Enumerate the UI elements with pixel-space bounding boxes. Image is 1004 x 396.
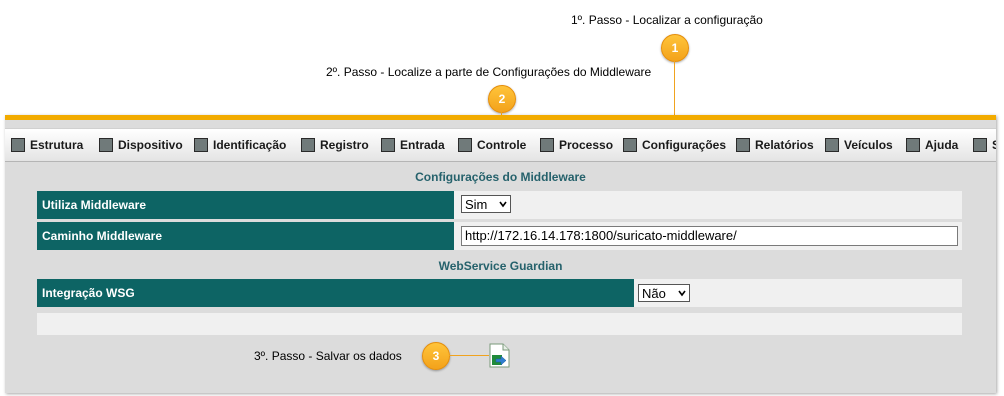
integracao-wsg-value: Não: [642, 286, 666, 301]
menu-item-veiculos[interactable]: Veículos: [825, 136, 893, 154]
step2-annotation: 2º. Passo - Localize a parte de Configur…: [326, 65, 651, 79]
register-icon: [301, 138, 315, 152]
utiliza-middleware-row: Utiliza Middleware Sim: [37, 191, 962, 219]
menu-item-label: Estrutura: [30, 138, 83, 152]
utiliza-middleware-select[interactable]: Sim: [461, 195, 511, 213]
structure-icon: [11, 138, 25, 152]
menu-item-dispositivo[interactable]: Dispositivo: [99, 136, 183, 154]
menu-item-label: Controle: [477, 138, 526, 152]
menu-item-label: Veículos: [844, 138, 893, 152]
more-icon: [973, 138, 987, 152]
integracao-wsg-row: Integração WSG Não: [37, 279, 962, 307]
menu-item-estrutura[interactable]: Estrutura: [11, 136, 83, 154]
step2-badge: 2: [488, 85, 516, 113]
menu-item-label: Configurações: [642, 138, 726, 152]
menu-item-label: S: [992, 138, 996, 152]
chevron-down-icon: [678, 289, 686, 297]
menu-item-processo[interactable]: Processo: [540, 136, 613, 154]
help-icon: [906, 138, 920, 152]
entry-icon: [381, 138, 395, 152]
menu-item-registro[interactable]: Registro: [301, 136, 369, 154]
integracao-wsg-label: Integração WSG: [37, 279, 634, 307]
utiliza-middleware-label: Utiliza Middleware: [37, 191, 454, 219]
step3-badge: 3: [422, 342, 450, 370]
middleware-section-title: Configurações do Middleware: [5, 170, 996, 184]
menu-item-label: Dispositivo: [118, 138, 183, 152]
caminho-middleware-label: Caminho Middleware: [37, 222, 454, 250]
step3-annotation: 3º. Passo - Salvar os dados: [254, 349, 402, 363]
caminho-middleware-input[interactable]: http://172.16.14.178:1800/suricato-middl…: [461, 226, 958, 246]
menu-item-identificacao[interactable]: Identificação: [194, 136, 286, 154]
menu-item-ajuda[interactable]: Ajuda: [906, 136, 958, 154]
integracao-wsg-select[interactable]: Não: [638, 284, 690, 302]
menu-item-label: Processo: [559, 138, 613, 152]
menu-item-more[interactable]: S: [973, 136, 996, 154]
utiliza-middleware-value: Sim: [465, 197, 487, 212]
tools-icon: [540, 138, 554, 152]
step3-connector: [449, 355, 489, 356]
step1-badge: 1: [661, 34, 689, 62]
menu-item-relatorios[interactable]: Relatórios: [736, 136, 814, 154]
menu-item-label: Ajuda: [925, 138, 958, 152]
menu-item-configuracoes[interactable]: Configurações: [623, 136, 726, 154]
save-icon[interactable]: [487, 343, 511, 368]
menu-item-label: Entrada: [400, 138, 445, 152]
menu-item-controle[interactable]: Controle: [458, 136, 526, 154]
people-icon: [194, 138, 208, 152]
device-icon: [99, 138, 113, 152]
menu-item-label: Identificação: [213, 138, 286, 152]
caminho-middleware-row: Caminho Middleware http://172.16.14.178:…: [37, 222, 962, 250]
lock-report-icon: [736, 138, 750, 152]
settings-stack-icon: [623, 138, 637, 152]
menu-item-label: Relatórios: [755, 138, 814, 152]
main-menu-bar: Estrutura Dispositivo Identificação Regi…: [5, 128, 996, 162]
chevron-down-icon: [499, 200, 507, 208]
step1-annotation: 1º. Passo - Localizar a configuração: [571, 13, 763, 27]
empty-row: [37, 313, 962, 335]
control-icon: [458, 138, 472, 152]
vehicle-icon: [825, 138, 839, 152]
menu-item-label: Registro: [320, 138, 369, 152]
menu-item-entrada[interactable]: Entrada: [381, 136, 445, 154]
wsg-section-title: WebService Guardian: [5, 259, 996, 273]
